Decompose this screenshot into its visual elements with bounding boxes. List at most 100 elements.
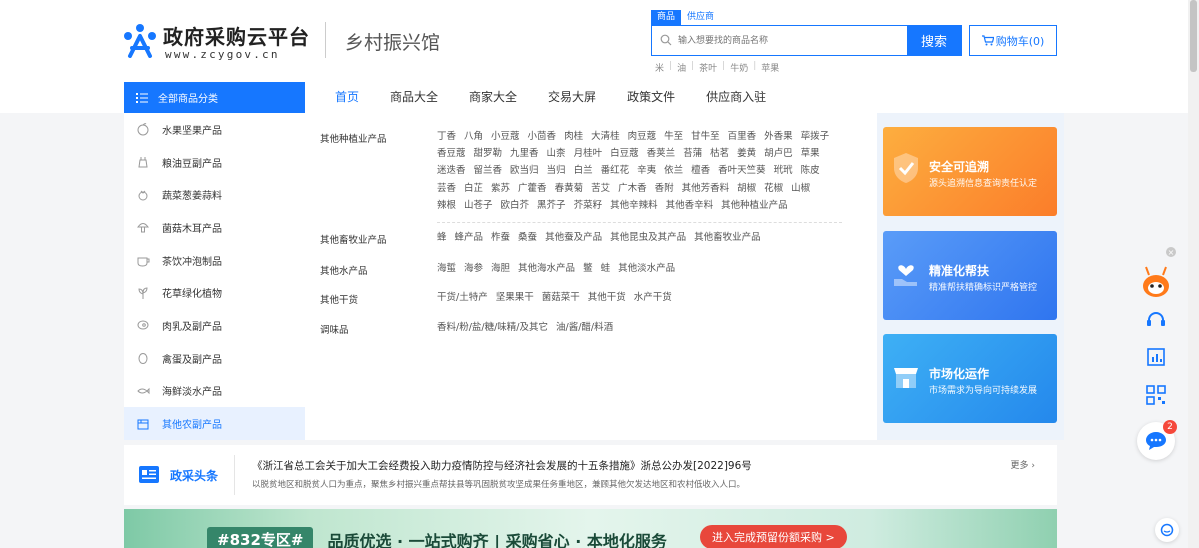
cart-button[interactable]: 购物车(0) (969, 25, 1057, 56)
mega-link[interactable]: 苔蒲 (683, 145, 702, 162)
mega-link[interactable]: 牛至 (664, 128, 683, 145)
mega-link[interactable]: 月桂叶 (574, 145, 603, 162)
mega-link[interactable]: 胡椒 (737, 180, 756, 197)
mega-link[interactable]: 小豆蔻 (491, 128, 520, 145)
mega-link[interactable]: 香料/粉/盐/糖/味精/及其它 (437, 319, 548, 336)
mega-link[interactable]: 油/酱/醋/料酒 (556, 319, 613, 336)
mega-link[interactable]: 甘牛至 (691, 128, 720, 145)
mega-link[interactable]: 丁香 (437, 128, 456, 145)
mascot-icon[interactable] (1137, 262, 1175, 300)
mega-link[interactable]: 其他香辛料 (666, 197, 714, 214)
mega-link[interactable]: 海胆 (491, 260, 510, 277)
mega-link[interactable]: 蛙 (601, 260, 611, 277)
category-item[interactable]: 粮油豆副产品 (124, 146, 305, 179)
banner-cta-button[interactable]: 进入完成预留份额采购 > (700, 525, 847, 548)
hot-word[interactable]: 油 (677, 61, 686, 74)
mega-link[interactable]: 玳玳 (774, 162, 793, 179)
mega-link[interactable]: 其他海水产品 (518, 260, 575, 277)
report-icon[interactable] (1137, 338, 1175, 376)
nav-item-goods[interactable]: 商品大全 (390, 82, 438, 113)
category-item[interactable]: 花草绿化植物 (124, 276, 305, 309)
mega-link[interactable]: 番红花 (601, 162, 630, 179)
mega-link[interactable]: 白豆蔻 (610, 145, 639, 162)
mega-link[interactable]: 姜黄 (737, 145, 756, 162)
mega-link[interactable]: 黑芥子 (537, 197, 566, 214)
mega-link[interactable]: 水产干货 (634, 289, 672, 306)
brand-title[interactable]: 政府采购云平台 (163, 21, 310, 50)
mega-link[interactable]: 香叶天竺葵 (718, 162, 766, 179)
mega-link[interactable]: 香荚兰 (647, 145, 676, 162)
search-button[interactable]: 搜索 (907, 26, 961, 55)
category-item[interactable]: 肉乳及副产品 (124, 309, 305, 342)
mega-link[interactable]: 其他芳香料 (682, 180, 730, 197)
mega-link[interactable]: 芸香 (437, 180, 456, 197)
mega-link[interactable]: 外香果 (764, 128, 793, 145)
tab-supplier[interactable]: 供应商 (681, 10, 720, 25)
category-item[interactable]: 水果坚果产品 (124, 113, 305, 146)
customer-service-icon[interactable] (1137, 300, 1175, 338)
mega-link[interactable]: 欧当归 (510, 162, 539, 179)
mega-link[interactable]: 蜂产品 (455, 229, 484, 246)
search-input[interactable] (678, 26, 906, 55)
mega-link[interactable]: 其他昆虫及其产品 (610, 229, 686, 246)
mega-link[interactable]: 九里香 (510, 145, 539, 162)
category-item[interactable]: 禽蛋及副产品 (124, 342, 305, 375)
hot-word[interactable]: 牛奶 (730, 61, 748, 74)
mega-link[interactable]: 坚果果干 (496, 289, 534, 306)
scrollbar[interactable] (1188, 0, 1199, 548)
promo-banner[interactable]: #832专区# 品质优选 · 一站式购齐 | 采购省心 · 本地化服务 进入完成… (124, 509, 1057, 548)
mega-link[interactable]: 白兰 (574, 162, 593, 179)
mega-link[interactable]: 檀香 (691, 162, 710, 179)
mega-link[interactable]: 广藿香 (518, 180, 547, 197)
mega-link[interactable]: 辛夷 (637, 162, 656, 179)
mega-link[interactable]: 香附 (655, 180, 674, 197)
nav-item-merchants[interactable]: 商家大全 (469, 82, 517, 113)
mega-link[interactable]: 大清桂 (591, 128, 620, 145)
mega-link[interactable]: 芥菜籽 (574, 197, 603, 214)
mega-link[interactable]: 小茴香 (528, 128, 557, 145)
mega-link[interactable]: 鳖 (583, 260, 593, 277)
hot-word[interactable]: 茶叶 (699, 61, 717, 74)
qrcode-icon[interactable] (1137, 376, 1175, 414)
nav-item-supplier-join[interactable]: 供应商入驻 (706, 82, 766, 113)
nav-item-home[interactable]: 首页 (335, 82, 359, 113)
mega-link[interactable]: 欧白芥 (501, 197, 530, 214)
tab-goods[interactable]: 商品 (651, 10, 682, 25)
promo-card-precise[interactable]: 精准化帮扶 精准帮扶精确标识严格管控 (883, 231, 1057, 320)
mega-link[interactable]: 紫苏 (491, 180, 510, 197)
mega-link[interactable]: 花椒 (764, 180, 783, 197)
hot-word[interactable]: 苹果 (761, 61, 779, 74)
mega-link[interactable]: 其他干货 (588, 289, 626, 306)
mega-link[interactable]: 辣根 (437, 197, 456, 214)
chat-button[interactable]: 2 (1137, 420, 1177, 460)
nav-item-dashboard[interactable]: 交易大屏 (548, 82, 596, 113)
mega-link[interactable]: 其他种植业产品 (721, 197, 788, 214)
mega-group-title[interactable]: 其他干货 (320, 289, 437, 306)
mega-link[interactable]: 甜罗勒 (474, 145, 503, 162)
logo-icon[interactable] (122, 22, 158, 58)
mega-link[interactable]: 蜂 (437, 229, 447, 246)
mega-link[interactable]: 柞蚕 (491, 229, 510, 246)
hot-word[interactable]: 米 (655, 61, 664, 74)
mega-link[interactable]: 白芷 (464, 180, 483, 197)
category-item[interactable]: 茶饮冲泡制品 (124, 244, 305, 277)
mega-link[interactable]: 山苍子 (464, 197, 493, 214)
mega-group-title[interactable]: 其他种植业产品 (320, 128, 437, 229)
mega-link[interactable]: 其他淡水产品 (618, 260, 675, 277)
mega-link[interactable]: 陈皮 (801, 162, 820, 179)
mega-link[interactable]: 胡卢巴 (764, 145, 793, 162)
mega-link[interactable]: 迷迭香 (437, 162, 466, 179)
mega-link[interactable]: 干货/土特产 (437, 289, 488, 306)
mega-link[interactable]: 百里香 (728, 128, 757, 145)
mega-link[interactable]: 荜拨子 (801, 128, 830, 145)
mega-link[interactable]: 枯茗 (710, 145, 729, 162)
headline-title[interactable]: 《浙江省总工会关于加大工会经费投入助力疫情防控与经济社会发展的十五条措施》浙总公… (252, 458, 752, 473)
mega-link[interactable]: 苦艾 (591, 180, 610, 197)
category-item[interactable]: 菌菇木耳产品 (124, 211, 305, 244)
mega-link[interactable]: 当归 (547, 162, 566, 179)
mega-link[interactable]: 其他辛辣料 (610, 197, 658, 214)
scrollbar-thumb[interactable] (1190, 0, 1197, 72)
mega-group-title[interactable]: 其他畜牧业产品 (320, 229, 437, 246)
mega-link[interactable]: 八角 (464, 128, 483, 145)
mega-link[interactable]: 山柰 (547, 145, 566, 162)
